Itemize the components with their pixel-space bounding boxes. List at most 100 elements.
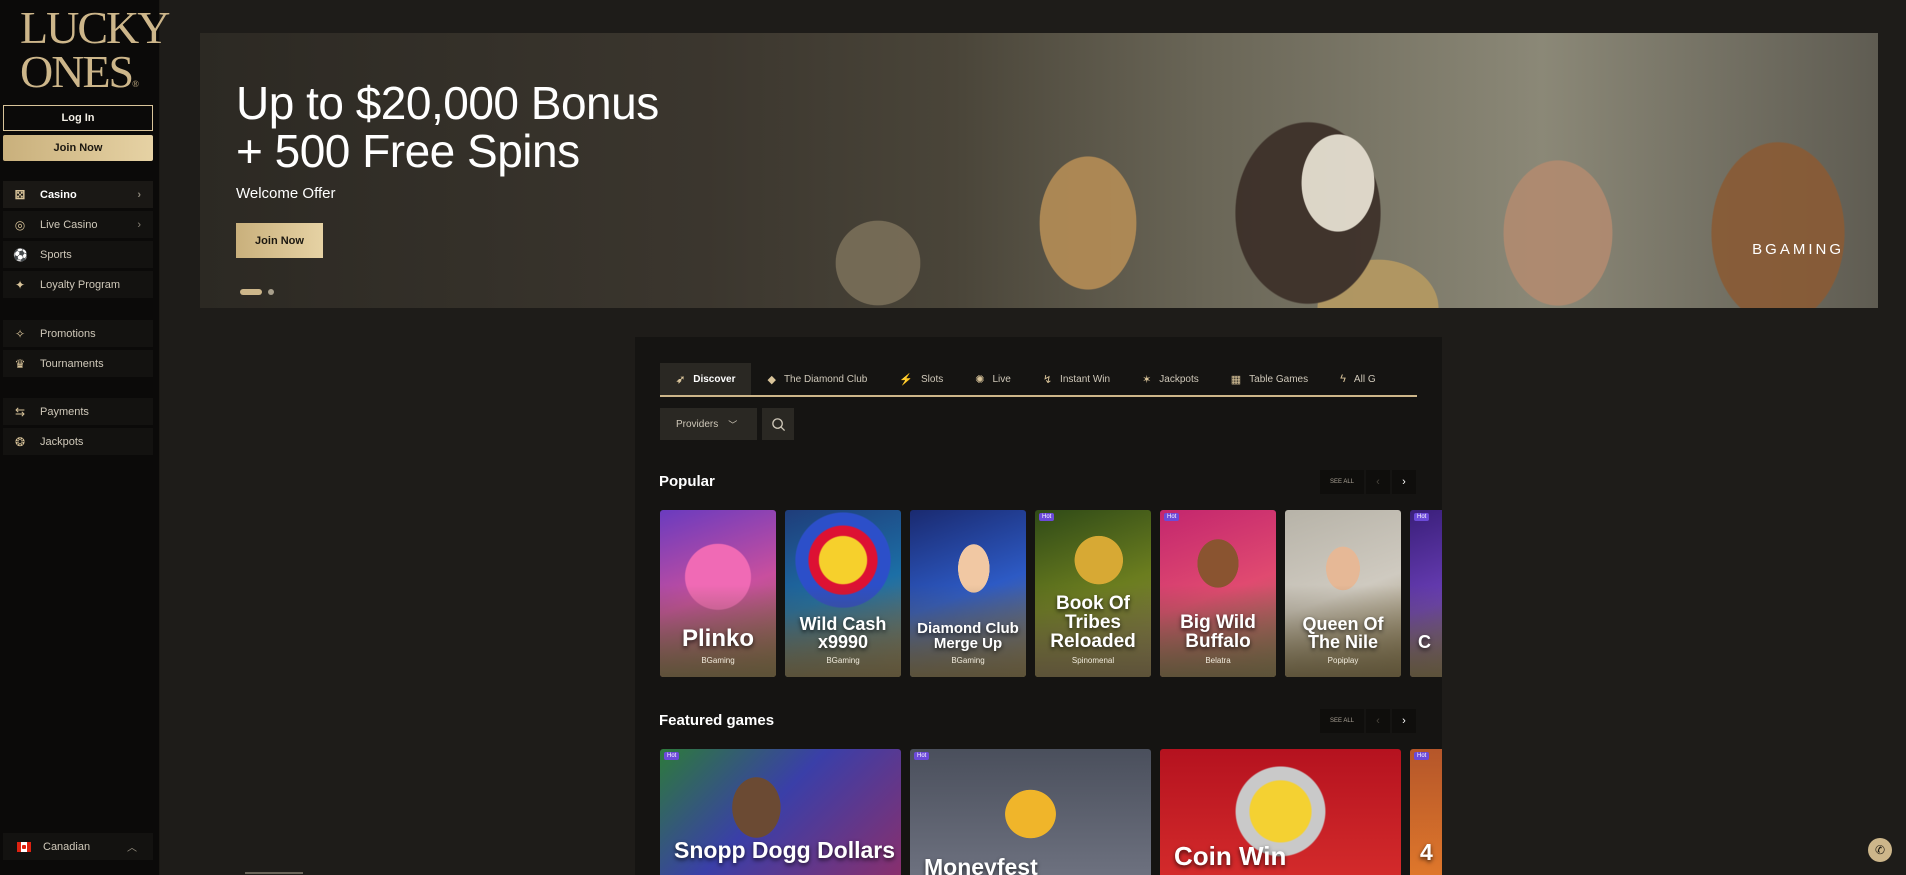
- game-title: Snopp Dogg Dollars: [674, 837, 896, 863]
- bolt-icon: ϟ: [1340, 373, 1346, 385]
- game-title: Queen Of The Nile: [1302, 614, 1384, 652]
- tab-jackpots[interactable]: ✶ Jackpots: [1126, 363, 1215, 395]
- tab-instant-win[interactable]: ↯ Instant Win: [1027, 363, 1126, 395]
- hero-banner[interactable]: Up to $20,000 Bonus + 500 Free Spins Wel…: [200, 33, 1878, 308]
- sidebar-item-promotions[interactable]: ✧ Promotions: [3, 320, 153, 347]
- providers-label: Providers: [676, 418, 719, 430]
- featured-see-all-button[interactable]: SEE ALL: [1320, 709, 1364, 733]
- game-title: Moneyfest: [924, 854, 1038, 875]
- featured-card-moneyfest[interactable]: Hot Moneyfest: [910, 749, 1151, 875]
- join-now-button[interactable]: Join Now: [3, 135, 153, 161]
- game-card-partial[interactable]: Hot C: [1410, 510, 1442, 677]
- slots-icon: ⚡: [899, 373, 914, 386]
- sidebar-item-label: Tournaments: [40, 357, 104, 370]
- carousel-dots: [240, 289, 274, 295]
- sidebar-item-label: Promotions: [40, 327, 96, 340]
- login-button[interactable]: Log In: [3, 105, 153, 131]
- hot-badge: Hot: [1414, 513, 1430, 521]
- game-card-diamond-club[interactable]: Diamond Club Merge Up BGaming: [910, 510, 1026, 677]
- game-title: Coin Win: [1174, 841, 1287, 871]
- chevron-up-icon: ︿: [127, 843, 137, 854]
- featured-card-partial[interactable]: Hot 4: [1410, 749, 1442, 875]
- game-provider: Belatra: [1205, 656, 1231, 665]
- scroll-indicator: [245, 872, 303, 874]
- tab-all-games[interactable]: ϟ All G: [1324, 363, 1392, 395]
- instant-icon: ↯: [1042, 373, 1053, 386]
- sidebar-item-payments[interactable]: ⇆ Payments: [3, 398, 153, 425]
- sidebar-item-label: Jackpots: [40, 435, 84, 448]
- live-icon: ✺: [975, 373, 985, 386]
- locale-label: Canadian: [43, 840, 91, 853]
- tab-label: Slots: [921, 373, 944, 385]
- chat-support-button[interactable]: ✆: [1868, 838, 1892, 862]
- tab-label: All G: [1353, 373, 1376, 385]
- popular-see-all-button[interactable]: SEE ALL: [1320, 470, 1364, 494]
- carousel-dot[interactable]: [268, 289, 274, 295]
- game-provider: BGaming: [826, 656, 860, 665]
- banner-subtitle: Welcome Offer: [236, 185, 336, 202]
- chevron-right-icon: ›: [137, 218, 141, 231]
- game-card-queen-of-the-nile[interactable]: Queen Of The Nile Popiplay: [1285, 510, 1401, 677]
- sidebar-item-jackpots[interactable]: ❂ Jackpots: [3, 428, 153, 455]
- sidebar: LUCKY ONES® Log In Join Now ⚄ Casino › ◎…: [0, 0, 170, 875]
- tab-diamond-club[interactable]: ◆ The Diamond Club: [751, 363, 883, 395]
- logo-line-1: LUCKY: [20, 2, 170, 53]
- jackpot-icon: ❂: [14, 434, 26, 449]
- featured-prev-button[interactable]: ‹: [1366, 709, 1390, 733]
- game-card-wild-cash[interactable]: Wild Cash x9990 BGaming: [785, 510, 901, 677]
- tab-discover[interactable]: ➶ Discover: [660, 363, 752, 395]
- sidebar-item-label: Sports: [40, 248, 72, 261]
- banner-headline-line-1: Up to $20,000 Bonus: [236, 77, 659, 129]
- game-provider: Spinomenal: [1071, 656, 1115, 665]
- sidebar-item-live-casino[interactable]: ◎ Live Casino ›: [3, 211, 153, 238]
- rocket-icon: ➶: [676, 373, 686, 386]
- carousel-dot-active[interactable]: [240, 289, 262, 295]
- game-card-book-of-tribes[interactable]: Hot Book Of Tribes Reloaded Spinomenal: [1035, 510, 1151, 677]
- sidebar-item-loyalty[interactable]: ✦ Loyalty Program: [3, 271, 153, 298]
- popular-prev-button[interactable]: ‹: [1366, 470, 1390, 494]
- sidebar-item-sports[interactable]: ⚽ Sports: [3, 241, 153, 268]
- banner-headline-line-2: + 500 Free Spins: [236, 125, 580, 177]
- banner-join-button[interactable]: Join Now: [236, 223, 323, 258]
- popular-controls: SEE ALL ‹ ›: [1320, 470, 1416, 494]
- tab-table-games[interactable]: ▦ Table Games: [1215, 363, 1324, 395]
- popular-next-button[interactable]: ›: [1392, 470, 1416, 494]
- featured-card-coin-win[interactable]: Coin Win: [1160, 749, 1401, 875]
- hot-badge: Hot: [1039, 513, 1055, 521]
- providers-dropdown[interactable]: Providers ﹀: [660, 408, 757, 440]
- party-icon: ✧: [14, 326, 26, 341]
- brand-logo[interactable]: LUCKY ONES®: [20, 2, 170, 96]
- provider-brand-mark: BGAMING: [1752, 241, 1844, 258]
- tab-slots[interactable]: ⚡ Slots: [883, 363, 959, 395]
- category-tabs: ➶ Discover ◆ The Diamond Club ⚡ Slots ✺ Live…: [660, 363, 1417, 397]
- diamond-icon: ◆: [767, 373, 776, 386]
- hot-badge: Hot: [1164, 513, 1180, 521]
- search-button[interactable]: [762, 408, 794, 440]
- hot-badge: Hot: [664, 752, 680, 760]
- chevron-down-icon: ﹀: [728, 419, 738, 430]
- dice-icon: ⚄: [14, 187, 26, 202]
- featured-next-button[interactable]: ›: [1392, 709, 1416, 733]
- featured-title: Featured games: [659, 712, 775, 729]
- sidebar-item-label: Payments: [40, 405, 89, 418]
- hot-badge: Hot: [1414, 752, 1430, 760]
- sidebar-item-label: Casino: [40, 188, 77, 201]
- featured-card-snoop-dogg[interactable]: Hot Snopp Dogg Dollars: [660, 749, 901, 875]
- banner-headline: Up to $20,000 Bonus + 500 Free Spins: [236, 79, 659, 175]
- hot-badge: Hot: [914, 752, 930, 760]
- tab-label: Live: [992, 373, 1011, 385]
- game-card-big-wild-buffalo[interactable]: Hot Big Wild Buffalo Belatra: [1160, 510, 1276, 677]
- game-card-plinko[interactable]: Plinko BGaming: [660, 510, 776, 677]
- exchange-icon: ⇆: [14, 404, 26, 419]
- locale-selector[interactable]: Canadian ︿: [3, 833, 153, 860]
- sidebar-item-casino[interactable]: ⚄ Casino ›: [3, 181, 153, 208]
- sidebar-item-tournaments[interactable]: ♛ Tournaments: [3, 350, 153, 377]
- tab-live[interactable]: ✺ Live: [959, 363, 1027, 395]
- ball-icon: ⚽: [13, 247, 28, 262]
- game-provider: BGaming: [701, 656, 735, 665]
- chat-icon: ✆: [1874, 843, 1886, 857]
- game-title: Plinko: [681, 625, 754, 652]
- tab-label: Instant Win: [1060, 373, 1111, 385]
- cards-icon: ▦: [1230, 373, 1242, 386]
- chevron-right-icon: ›: [137, 188, 141, 201]
